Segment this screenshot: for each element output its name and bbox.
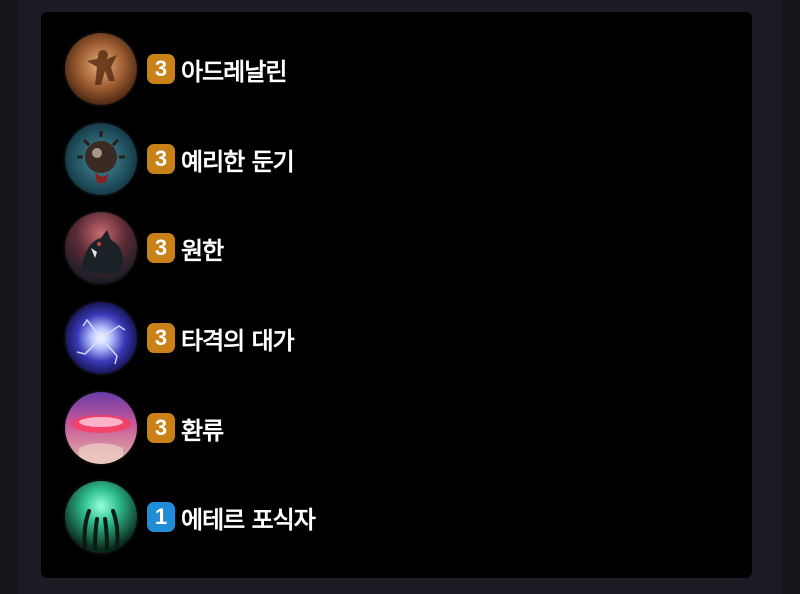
sharp-blunt-weapon-icon bbox=[65, 123, 137, 195]
trait-count-badge: 3 bbox=[147, 323, 175, 353]
trait-row-grudge[interactable]: 3 원한 bbox=[65, 211, 224, 285]
trait-name: 아드레날린 bbox=[181, 57, 287, 86]
trait-row-ether-devourer[interactable]: 1 에테르 포식자 bbox=[65, 480, 316, 554]
adrenaline-icon bbox=[65, 33, 137, 105]
trait-count-badge: 3 bbox=[147, 413, 175, 443]
trait-row-adrenaline[interactable]: 3 아드레날린 bbox=[65, 32, 287, 106]
trait-name: 에테르 포식자 bbox=[181, 505, 316, 534]
trait-count-badge: 3 bbox=[147, 54, 175, 84]
ether-devourer-icon bbox=[65, 481, 137, 553]
reflux-icon bbox=[65, 392, 137, 464]
trait-name: 원한 bbox=[181, 236, 224, 265]
trait-name: 타격의 대가 bbox=[181, 326, 295, 355]
trait-count-badge: 3 bbox=[147, 144, 175, 174]
trait-name: 예리한 둔기 bbox=[181, 147, 295, 176]
trait-name: 환류 bbox=[181, 416, 224, 445]
trait-row-reflux[interactable]: 3 환류 bbox=[65, 391, 224, 465]
trait-row-strike-master[interactable]: 3 타격의 대가 bbox=[65, 301, 295, 375]
trait-count-badge: 3 bbox=[147, 233, 175, 263]
trait-count-badge: 1 bbox=[147, 502, 175, 532]
grudge-icon bbox=[65, 212, 137, 284]
strike-master-icon bbox=[65, 302, 137, 374]
trait-row-sharp-blunt-weapon[interactable]: 3 예리한 둔기 bbox=[65, 122, 295, 196]
